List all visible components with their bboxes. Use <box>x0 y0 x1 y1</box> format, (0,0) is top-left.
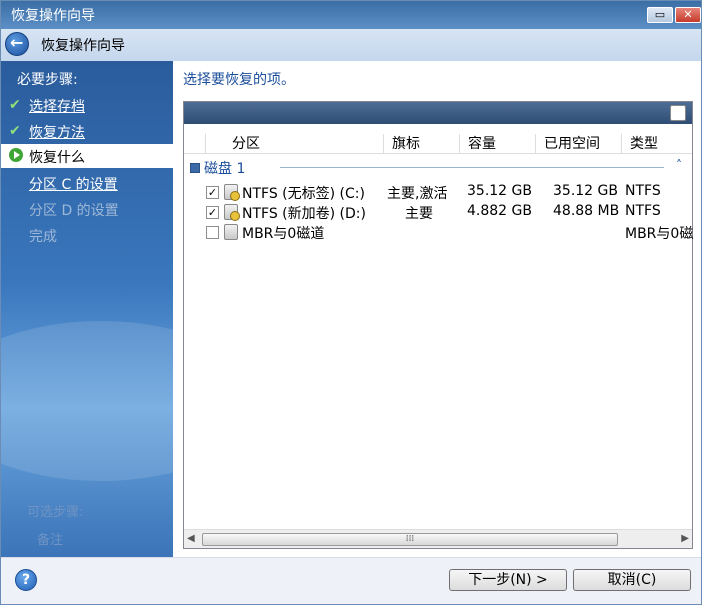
partition-checkbox[interactable] <box>206 226 219 239</box>
col-type[interactable]: 类型 <box>622 134 692 154</box>
partition-type: NTFS <box>625 183 661 199</box>
partition-name: NTFS (无标签) (C:) <box>242 186 365 202</box>
next-button[interactable]: 下一步(N) > <box>449 569 567 591</box>
column-chooser-icon[interactable] <box>670 105 686 121</box>
col-used-space[interactable]: 已用空间 <box>536 134 622 154</box>
partition-checkbox[interactable]: ✓ <box>206 186 219 199</box>
col-flags[interactable]: 旗标 <box>384 134 460 154</box>
step-label: 恢复什么 <box>29 150 85 166</box>
scroll-left-icon[interactable]: ◀ <box>187 533 195 544</box>
partition-drive-icon <box>224 184 239 200</box>
close-button[interactable]: ✕ <box>675 7 701 23</box>
step-select-archive[interactable]: ✔ 选择存档 <box>1 93 173 117</box>
check-icon: ✔ <box>9 97 21 113</box>
disk-label: 磁盘 1 <box>204 161 246 177</box>
disk-group-row[interactable]: 磁盘 1 ˄ <box>188 158 688 177</box>
partition-name: MBR与0磁道 <box>242 226 325 242</box>
tree-toolbar <box>184 102 692 124</box>
col-partition[interactable]: 分区 <box>206 134 384 154</box>
partition-capacity: 4.882 GB <box>467 203 532 219</box>
partition-checkbox[interactable]: ✓ <box>206 206 219 219</box>
step-label: 选择存档 <box>29 99 85 115</box>
partition-drive-icon <box>224 204 239 220</box>
partition-flags: 主要 <box>405 206 433 222</box>
back-button[interactable]: ← <box>5 32 29 56</box>
partition-tree: 分区 旗标 容量 已用空间 类型 磁盘 1 ˄ ✓ NTFS (无标签) (C:… <box>183 101 693 549</box>
step-label: 完成 <box>29 229 57 245</box>
wizard-window: 恢复操作向导 ▭ ✕ ← 恢复操作向导 必要步骤: ✔ 选择存档 ✔ 恢复方法 … <box>0 0 702 605</box>
help-icon[interactable]: ? <box>15 569 37 591</box>
check-icon: ✔ <box>9 123 21 139</box>
page-heading: 选择要恢复的项。 <box>183 72 295 88</box>
step-partition-d-settings: 分区 D 的设置 <box>1 197 173 221</box>
collapse-caret-icon[interactable]: ˄ <box>676 158 682 172</box>
column-header: 分区 旗标 容量 已用空间 类型 <box>184 134 692 154</box>
col-capacity[interactable]: 容量 <box>460 134 536 154</box>
disk-drive-icon <box>224 224 238 240</box>
scroll-right-icon[interactable]: ▶ <box>681 533 689 544</box>
nav-bar: ← 恢复操作向导 <box>1 29 701 61</box>
partition-flags: 主要,激活 <box>387 186 448 202</box>
step-what-to-recover[interactable]: 恢复什么 <box>1 144 173 168</box>
step-partition-c-settings[interactable]: 分区 C 的设置 <box>1 171 173 195</box>
partition-type: NTFS <box>625 203 661 219</box>
title-bar: 恢复操作向导 ▭ ✕ <box>1 1 701 29</box>
scroll-thumb[interactable]: ⁞⁞⁞ <box>202 533 618 546</box>
step-finish: 完成 <box>1 223 173 247</box>
back-arrow-icon: ← <box>10 33 24 52</box>
nav-title: 恢复操作向导 <box>41 38 125 54</box>
step-label: 分区 D 的设置 <box>29 203 119 219</box>
step-recovery-method[interactable]: ✔ 恢复方法 <box>1 119 173 143</box>
group-divider <box>280 167 664 168</box>
main-panel: 选择要恢复的项。 分区 旗标 容量 已用空间 类型 磁盘 1 ˄ ✓ NTFS … <box>173 61 701 557</box>
partition-row[interactable]: MBR与0磁道 MBR与0磁 <box>184 222 694 242</box>
footer-bar: ? 下一步(N) > 取消(C) <box>1 557 701 604</box>
restore-button[interactable]: ▭ <box>647 7 673 23</box>
step-label: 恢复方法 <box>29 125 85 141</box>
window-title: 恢复操作向导 <box>11 8 95 24</box>
cancel-button[interactable]: 取消(C) <box>573 569 691 591</box>
partition-row[interactable]: ✓ NTFS (无标签) (C:) 主要,激活 35.12 GB 35.12 G… <box>184 182 692 202</box>
partition-used: 35.12 GB <box>553 183 618 199</box>
disk-icon <box>190 163 200 173</box>
header-spacer <box>184 134 206 154</box>
optional-step-comments[interactable]: 备注 <box>37 529 63 548</box>
partition-used: 48.88 MB <box>553 203 620 219</box>
steps-heading: 必要步骤: <box>17 72 78 88</box>
restore-icon: ▭ <box>654 8 666 21</box>
optional-steps-heading: 可选步骤: <box>27 505 84 520</box>
horizontal-scrollbar[interactable]: ◀ ⁞⁞⁞ ▶ <box>184 529 692 548</box>
partition-name: NTFS (新加卷) (D:) <box>242 206 366 222</box>
current-step-arrow-icon <box>9 148 23 162</box>
steps-sidebar: 必要步骤: ✔ 选择存档 ✔ 恢复方法 恢复什么 分区 C 的设置 分区 D 的… <box>1 61 173 557</box>
partition-type: MBR与0磁 <box>625 226 694 242</box>
close-icon: ✕ <box>683 8 693 21</box>
step-label: 分区 C 的设置 <box>29 177 118 193</box>
partition-row[interactable]: ✓ NTFS (新加卷) (D:) 主要 4.882 GB 48.88 MB N… <box>184 202 692 222</box>
partition-capacity: 35.12 GB <box>467 183 532 199</box>
